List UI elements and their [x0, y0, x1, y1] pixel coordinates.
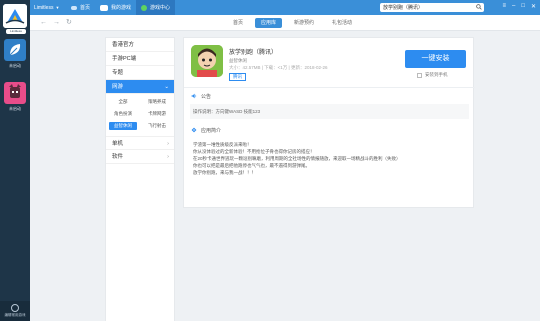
notice-body: 操作说明：方向键WASD 技能123: [190, 104, 469, 119]
chevron-right-icon: ›: [167, 154, 169, 160]
game-header: 放学别跑（腾讯） 益智休闲 大小：42.57MB | 下载：<1万 | 更新：2…: [184, 38, 475, 88]
notice-title: 公告: [201, 93, 212, 100]
sidebar-slot-label: 未启动: [9, 106, 21, 111]
sidebar-game-slot-1[interactable]: 未启动: [2, 37, 28, 69]
subcategory-card[interactable]: 卡牌网游: [140, 110, 174, 118]
speaker-icon: [191, 93, 197, 99]
category-label: 软件: [112, 154, 124, 160]
subcategory-shooter[interactable]: 飞行射击: [140, 122, 174, 130]
sidebar-game-slot-2[interactable]: 未启动: [2, 80, 28, 112]
chevron-down-icon: ⌄: [164, 84, 169, 90]
content-tabs: 首页 应用库 新游预约 礼包活动: [227, 18, 358, 28]
minimize-icon[interactable]: –: [512, 3, 515, 10]
game-character-icon: [4, 82, 26, 104]
chevron-down-icon: ▼: [55, 5, 60, 10]
game-center-icon: [141, 4, 148, 11]
game-meta: 大小：42.57MB | 下载：<1万 | 更新：2018-02-26: [229, 65, 328, 70]
account-name: Limitless: [34, 4, 54, 11]
edit-icon: [11, 304, 19, 312]
top-my-games-label: 我的游戏: [111, 5, 132, 11]
search-icon[interactable]: [476, 4, 482, 10]
intro-line: 你也可以把是最后把他跑停也气气也，最不遏得到游弹尾。: [193, 163, 310, 168]
top-game-center-button[interactable]: 游戏中心: [136, 0, 176, 15]
intro-body: 学渣第一堆性质级反派来啦！ 你从没体验过的全新体验！不用抢位子骨也得你记房的搭应…: [193, 141, 463, 176]
intro-line: 放学你别跑，来与我一战！！！: [193, 170, 256, 175]
window-controls: ≡ – □ ✕: [502, 3, 536, 10]
edit-favorites-label: 编辑常用游戏: [4, 313, 26, 317]
home-icon: [71, 5, 77, 10]
category-item-hk-official[interactable]: 香港官方: [106, 38, 174, 52]
category-item-online-games[interactable]: 网游 ⌄: [106, 80, 174, 94]
intro-heading: 应用简介: [184, 124, 475, 136]
sidebar: Limitless 未启动 未启动 编辑常用游戏: [0, 0, 30, 321]
category-label: 单机: [112, 141, 124, 147]
tab-app-library[interactable]: 应用库: [255, 18, 283, 28]
category-item-single-player[interactable]: 单机 ›: [106, 136, 174, 150]
subcategory-rpg[interactable]: 角色扮演: [106, 110, 140, 118]
intro-title: 应用简介: [201, 127, 222, 134]
history-controls: ← → ↻: [40, 19, 72, 26]
install-to-phone-checkbox[interactable]: [417, 72, 422, 78]
publisher-tag[interactable]: 腾讯: [229, 73, 246, 81]
top-my-games-button[interactable]: 我的游戏: [95, 0, 136, 15]
game-detail-panel: 放学别跑（腾讯） 益智休闲 大小：42.57MB | 下载：<1万 | 更新：2…: [183, 37, 475, 208]
main-content: ← → ↻ 首页 应用库 新游预约 礼包活动 香港官方 手游PC端 专题 网游 …: [30, 15, 540, 321]
chevron-right-icon: ›: [167, 141, 169, 147]
install-to-phone-option[interactable]: 安装到手机: [417, 72, 448, 78]
intro-line: 在20秒卡通世界逃玩一颗逗别嘛磨，利用周期的全社场性的情报随放，来迎取一场精战斗…: [193, 156, 401, 161]
subcategory-strategy[interactable]: 策略养成: [140, 98, 174, 106]
category-panel: 香港官方 手游PC端 专题 网游 ⌄ 全部 策略养成 角色扮演 卡牌网游 益智休…: [105, 37, 175, 321]
tab-home[interactable]: 首页: [227, 18, 249, 28]
subcategory-grid: 全部 策略养成 角色扮演 卡牌网游 益智休闲 飞行射击: [106, 94, 174, 136]
user-badge[interactable]: Limitless: [6, 29, 26, 34]
category-item-mobile-pc[interactable]: 手游PC端: [106, 52, 174, 66]
top-home-button[interactable]: 首页: [66, 0, 95, 15]
intro-line: 学渣第一堆性质级反派来啦！: [193, 142, 252, 147]
refresh-icon[interactable]: ↻: [66, 19, 72, 26]
notice-heading: 公告: [184, 90, 475, 102]
app-logo[interactable]: [3, 4, 27, 28]
content-nav-bar: ← → ↻ 首页 应用库 新游预约 礼包活动: [30, 15, 540, 31]
intro-line: 你从没体验过的全新体验！不用抢位子骨也得你记房的搭应！: [193, 149, 315, 154]
info-icon: [191, 127, 197, 133]
one-click-install-button[interactable]: 一键安装: [405, 50, 466, 68]
search-input[interactable]: 放学别跑（腾讯）: [380, 3, 484, 12]
menu-icon[interactable]: ≡: [502, 3, 506, 10]
gamepad-icon: [100, 4, 109, 11]
install-to-phone-label: 安装到手机: [425, 72, 448, 77]
tab-new-game-reservation[interactable]: 新游预约: [288, 18, 320, 28]
top-nav: 首页 我的游戏 游戏中心: [66, 0, 176, 15]
top-game-center-label: 游戏中心: [150, 5, 171, 11]
leaf-icon: [4, 39, 26, 61]
game-icon: [191, 45, 223, 77]
game-title: 放学别跑（腾讯）: [229, 50, 278, 56]
forward-arrow-icon[interactable]: →: [53, 19, 60, 26]
subcategory-all[interactable]: 全部: [106, 98, 140, 106]
category-item-topics[interactable]: 专题: [106, 66, 174, 80]
back-arrow-icon[interactable]: ←: [40, 19, 47, 26]
close-icon[interactable]: ✕: [531, 3, 536, 10]
account-menu[interactable]: Limitless ▼: [30, 0, 66, 15]
tab-gift-events[interactable]: 礼包活动: [326, 18, 358, 28]
edit-favorites-button[interactable]: 编辑常用游戏: [0, 301, 30, 321]
category-label: 网游: [112, 84, 124, 90]
game-category: 益智休闲: [229, 58, 247, 63]
category-item-software[interactable]: 软件 ›: [106, 150, 174, 164]
subcategory-casual[interactable]: 益智休闲: [109, 122, 137, 130]
maximize-icon[interactable]: □: [521, 3, 525, 10]
top-bar: Limitless ▼ 首页 我的游戏 游戏中心 放学别跑（腾讯） ≡ – □ …: [30, 0, 540, 15]
search-value: 放学别跑（腾讯）: [383, 5, 424, 11]
sidebar-slot-label: 未启动: [9, 63, 21, 68]
top-home-label: 首页: [80, 5, 91, 11]
